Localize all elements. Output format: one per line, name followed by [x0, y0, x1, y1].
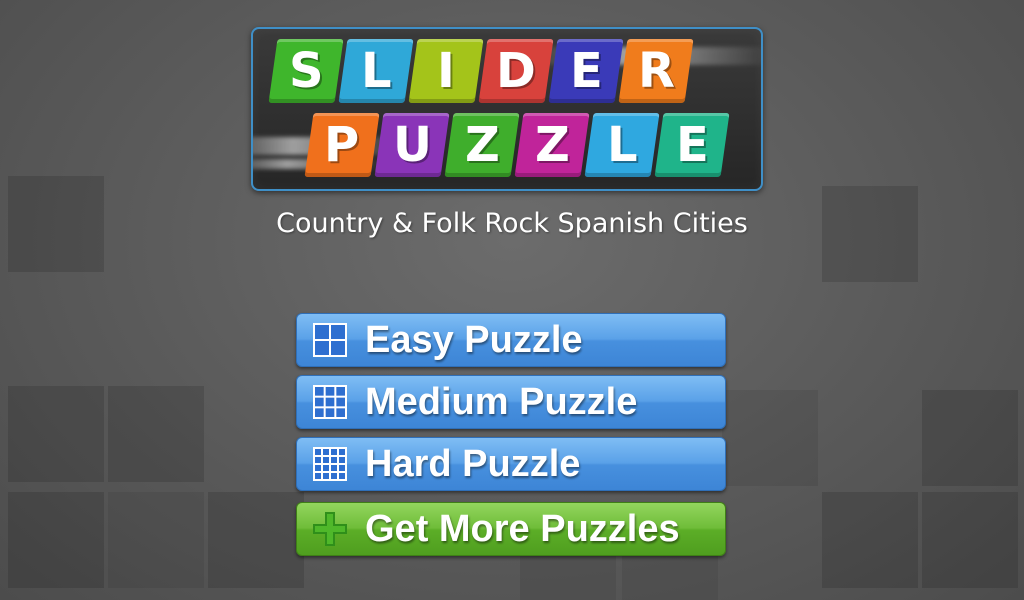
logo-puzzle-tile-5: L	[584, 113, 660, 177]
background-tile	[922, 492, 1018, 588]
plus-icon	[313, 512, 347, 546]
slider-puzzle-logo: SLIDER PUZZLE	[251, 27, 763, 191]
logo-slider-tile-3: I	[408, 39, 484, 103]
background-tile	[208, 492, 304, 588]
background-tile	[822, 492, 918, 588]
hard-puzzle-button[interactable]: Hard Puzzle	[296, 437, 726, 491]
easy-puzzle-button[interactable]: Easy Puzzle	[296, 313, 726, 367]
logo-slider-tile-4: D	[478, 39, 554, 103]
hard-puzzle-label: Hard Puzzle	[365, 442, 581, 485]
puzzle-pack-title: Country & Folk Rock Spanish Cities	[276, 208, 748, 239]
logo-slider-tile-6: R	[618, 39, 694, 103]
get-more-puzzles-label: Get More Puzzles	[365, 507, 680, 550]
background-tile	[108, 386, 204, 482]
background-tile	[108, 492, 204, 588]
logo-puzzle-tile-6: E	[654, 113, 730, 177]
grid-4x4-icon	[313, 447, 347, 481]
logo-puzzle-tile-4: Z	[514, 113, 590, 177]
logo-letter: D	[496, 43, 536, 99]
background-tile	[8, 492, 104, 588]
logo-letter: L	[360, 43, 392, 99]
logo-word-puzzle: PUZZLE	[304, 113, 730, 177]
background-tile	[8, 386, 104, 482]
logo-letter: U	[392, 117, 432, 173]
background-tile	[722, 390, 818, 486]
grid-3x3-icon	[313, 385, 347, 419]
logo-letter: Z	[534, 117, 570, 173]
background-tile	[922, 390, 1018, 486]
medium-puzzle-button[interactable]: Medium Puzzle	[296, 375, 726, 429]
logo-letter: L	[606, 117, 638, 173]
logo-word-slider: SLIDER	[268, 39, 694, 103]
grid-2x2-icon	[313, 323, 347, 357]
logo-letter: Z	[464, 117, 500, 173]
logo-letter: R	[637, 43, 675, 99]
logo-puzzle-tile-2: U	[374, 113, 450, 177]
logo-puzzle-tile-1: P	[304, 113, 380, 177]
logo-slider-tile-2: L	[338, 39, 414, 103]
medium-puzzle-label: Medium Puzzle	[365, 380, 638, 423]
logo-letter: I	[437, 43, 455, 99]
logo-puzzle-tile-3: Z	[444, 113, 520, 177]
logo-slider-tile-1: S	[268, 39, 344, 103]
logo-letter: E	[675, 117, 709, 173]
logo-letter: P	[324, 117, 360, 173]
logo-slider-tile-5: E	[548, 39, 624, 103]
logo-letter: S	[288, 43, 324, 99]
easy-puzzle-label: Easy Puzzle	[365, 318, 583, 361]
get-more-puzzles-button[interactable]: Get More Puzzles	[296, 502, 726, 556]
logo-letter: E	[569, 43, 603, 99]
